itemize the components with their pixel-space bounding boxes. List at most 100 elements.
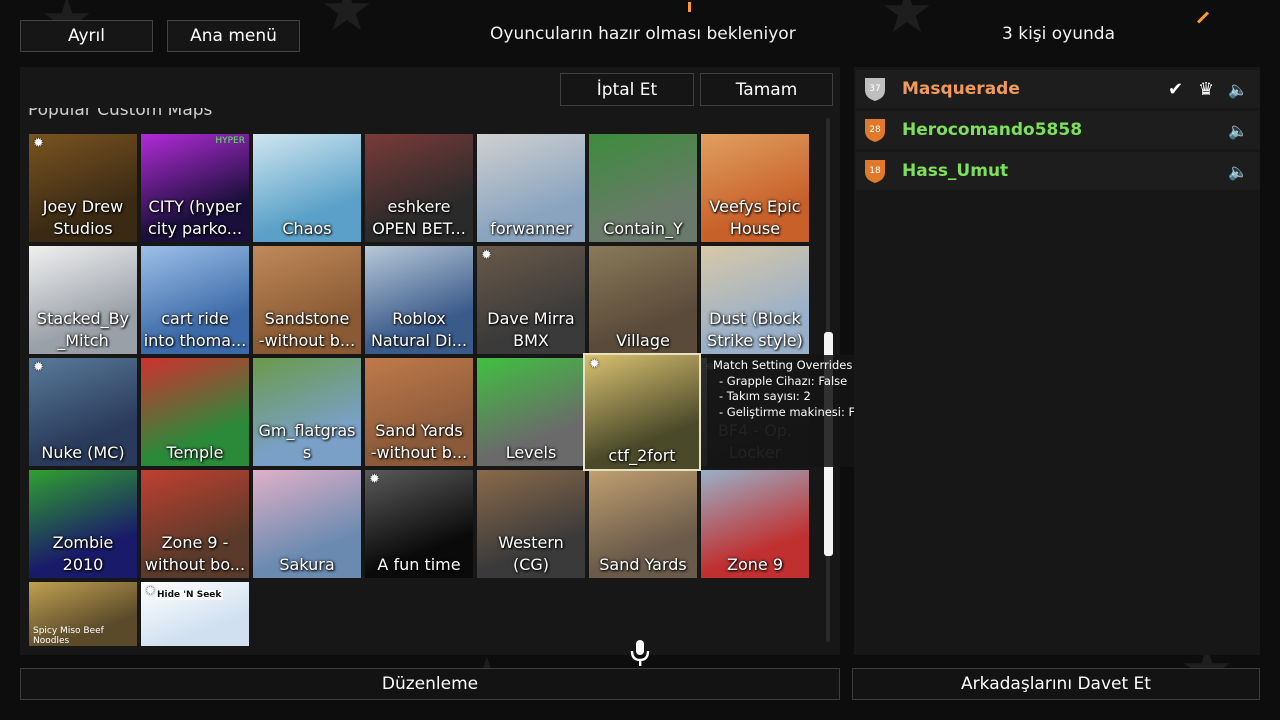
map-label: Dust (Block Strike style): [701, 308, 809, 352]
map-label-line: Nuke (MC): [41, 443, 125, 462]
map-tile[interactable]: Sand Yards: [589, 470, 697, 578]
map-label-line: Zombie: [52, 533, 114, 552]
map-tile[interactable]: ✹ A fun time: [365, 470, 473, 578]
level-badge-icon: 37: [865, 78, 885, 101]
map-label: forwanner: [477, 218, 585, 240]
map-label-line: Contain_Y: [603, 219, 683, 238]
map-label: Roblox Natural Di...: [365, 308, 473, 352]
map-tile[interactable]: Spicy Miso Beef Noodles: [29, 582, 137, 646]
map-tile[interactable]: Hide 'N Seek ✹: [141, 582, 249, 646]
map-label: Contain_Y: [589, 218, 697, 240]
map-tile[interactable]: forwanner: [477, 134, 585, 242]
map-tile[interactable]: Gm_flatgras s: [253, 358, 361, 466]
map-label-line: Sandstone: [264, 309, 350, 328]
map-label: Sand Yards: [589, 554, 697, 576]
speaker-icon[interactable]: 🔈: [1228, 80, 1248, 99]
map-label-line: Studios: [53, 219, 113, 238]
background-star: ★: [880, 0, 934, 47]
invite-friends-button[interactable]: Arkadaşlarını Davet Et: [852, 668, 1260, 700]
gear-icon: ✹: [145, 584, 156, 599]
map-label-line: ctf_2fort: [608, 446, 676, 465]
player-count-text: 3 kişi oyunda: [1002, 24, 1115, 44]
map-tile[interactable]: Chaos: [253, 134, 361, 242]
leave-button[interactable]: Ayrıl: [20, 20, 153, 52]
map-tile[interactable]: Temple: [141, 358, 249, 466]
map-tile[interactable]: Western (CG): [477, 470, 585, 578]
map-tile[interactable]: ✹ Dave Mirra BMX: [477, 246, 585, 354]
map-label-line: 2010: [62, 555, 104, 574]
map-label-line: forwanner: [490, 219, 572, 238]
map-label-line: Dust (Block: [709, 309, 801, 328]
map-label: Stacked_By _Mitch: [29, 308, 137, 352]
map-tile[interactable]: Dust (Block Strike style): [701, 246, 809, 354]
map-label-line: Western: [498, 533, 564, 552]
map-label: Chaos: [253, 218, 361, 240]
map-label-line: _Mitch: [57, 331, 109, 350]
player-name: Masquerade: [902, 79, 1020, 99]
thumbnail-text: Spicy Miso Beef Noodles: [33, 626, 104, 646]
map-label-line: Roblox: [392, 309, 446, 328]
map-label-line: A fun time: [377, 555, 461, 574]
gear-icon: ✹: [33, 136, 44, 151]
map-label-line: Sakura: [279, 555, 335, 574]
speaker-icon[interactable]: 🔈: [1228, 121, 1248, 140]
map-label: Levels: [477, 442, 585, 464]
map-tile[interactable]: Zone 9 - without bo...: [141, 470, 249, 578]
map-label-line: -without b...: [258, 331, 356, 350]
thumbnail-text: Hide 'N Seek: [155, 590, 224, 600]
map-label-line: city parko...: [147, 219, 243, 238]
main-menu-button[interactable]: Ana menü: [167, 20, 300, 52]
thumbnail-text: HYPER: [215, 136, 245, 146]
map-tile[interactable]: Sandstone -without b...: [253, 246, 361, 354]
level-badge-icon: 28: [865, 119, 885, 142]
map-tile[interactable]: Sand Yards -without b...: [365, 358, 473, 466]
map-label: Zone 9: [701, 554, 809, 576]
map-tile[interactable]: Roblox Natural Di...: [365, 246, 473, 354]
map-tile[interactable]: Sakura: [253, 470, 361, 578]
map-tile[interactable]: cart ride into thoma...: [141, 246, 249, 354]
map-tile[interactable]: eshkere OPEN BET...: [365, 134, 473, 242]
map-label-line: eshkere: [387, 197, 451, 216]
map-label-line: Joey Drew: [42, 197, 124, 216]
map-label: Village: [589, 330, 697, 352]
ok-button[interactable]: Tamam: [700, 73, 833, 106]
map-tile[interactable]: Stacked_By _Mitch: [29, 246, 137, 354]
map-label: Gm_flatgras s: [253, 420, 361, 464]
map-tile[interactable]: Zone 9: [701, 470, 809, 578]
map-tile[interactable]: ✹ ctf_2fort: [583, 353, 701, 471]
map-label-line: s: [302, 443, 312, 462]
map-tile[interactable]: Village: [589, 246, 697, 354]
map-tile[interactable]: HYPER CITY (hyper city parko...: [141, 134, 249, 242]
map-tile[interactable]: ✹ Joey Drew Studios: [29, 134, 137, 242]
map-tile[interactable]: Contain_Y: [589, 134, 697, 242]
map-label-line: -without b...: [370, 443, 468, 462]
map-label-line: Sand Yards: [599, 555, 687, 574]
level-badge-number: 18: [869, 166, 881, 176]
map-tile[interactable]: Levels: [477, 358, 585, 466]
map-label-line: Dave Mirra: [487, 309, 575, 328]
player-name: Hass_Umut: [902, 161, 1009, 181]
level-badge-number: 37: [869, 84, 880, 94]
speaker-icon[interactable]: 🔈: [1228, 162, 1248, 181]
microphone-icon[interactable]: [628, 638, 652, 668]
map-label-line: Stacked_By: [36, 309, 130, 328]
player-row[interactable]: 18 Hass_Umut 🔈: [856, 152, 1260, 190]
edit-button[interactable]: Düzenleme: [20, 668, 840, 700]
map-label: ctf_2fort: [585, 445, 699, 467]
player-row[interactable]: 28 Herocomando5858 🔈: [856, 111, 1260, 149]
map-label: Joey Drew Studios: [29, 196, 137, 240]
map-tile[interactable]: Veefys Epic House: [701, 134, 809, 242]
map-tile[interactable]: ✹ Nuke (MC): [29, 358, 137, 466]
map-label: Dave Mirra BMX: [477, 308, 585, 352]
map-label: Western (CG): [477, 532, 585, 576]
map-label: Veefys Epic House: [701, 196, 809, 240]
player-row[interactable]: 37 Masquerade ✔ ♛ 🔈: [856, 70, 1260, 108]
crown-icon: ♛: [1198, 78, 1215, 100]
map-label: Zombie 2010: [29, 532, 137, 576]
gear-icon: ✹: [369, 472, 380, 487]
map-label-line: Levels: [505, 443, 557, 462]
cancel-button[interactable]: İptal Et: [560, 73, 694, 106]
map-label-line: Temple: [166, 443, 224, 462]
map-label: A fun time: [365, 554, 473, 576]
map-tile[interactable]: Zombie 2010: [29, 470, 137, 578]
